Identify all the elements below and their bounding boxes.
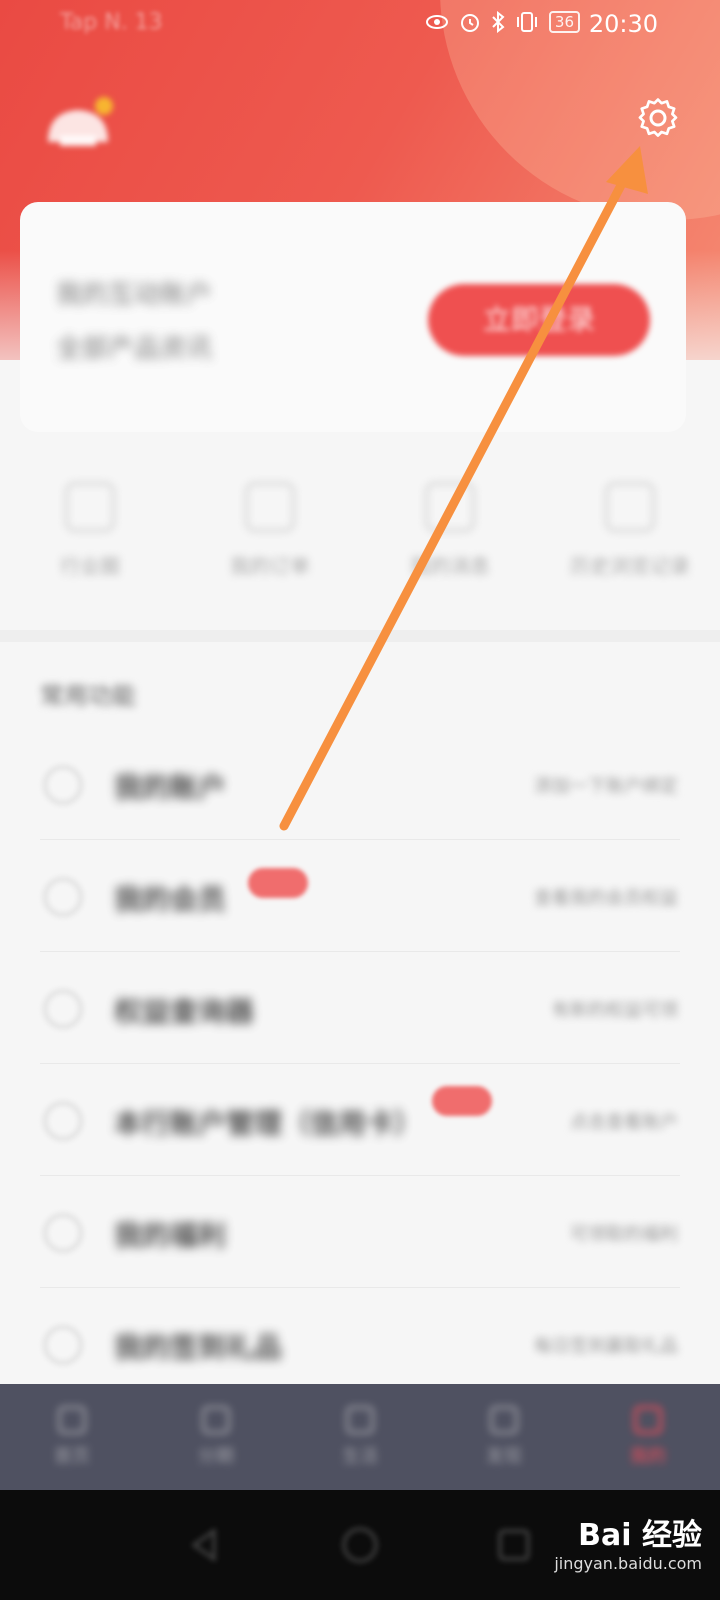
- list-item-query[interactable]: 权益查询器 有新的权益可领: [40, 952, 680, 1064]
- home-icon: [58, 1406, 86, 1434]
- gift-icon: [44, 1214, 82, 1252]
- account-icon: [44, 766, 82, 804]
- alarm-icon: [460, 14, 479, 32]
- nav-label: 分期: [198, 1446, 234, 1467]
- quick-action-label: 行业圈: [60, 554, 120, 578]
- list-item-desc: 点击查看账户: [570, 1112, 678, 1133]
- bag-icon: [245, 482, 295, 532]
- section-divider: [0, 630, 720, 642]
- function-list: 我的账户 添加一下账户绑定 我的会员 查看我的会员权益 权益查询器 有新的权益可…: [0, 728, 720, 1400]
- battery-icon: 36: [548, 11, 580, 33]
- nav-label: 生活: [342, 1446, 378, 1467]
- baidu-jingyan-watermark: Bai 经验 jingyan.baidu.com: [554, 1510, 702, 1573]
- carrier-label: Tap N. 13: [60, 10, 163, 35]
- nav-item-life[interactable]: 生活: [305, 1406, 415, 1468]
- status-icons: 36: [425, 11, 580, 33]
- list-item-title: 本行账户管理（信用卡）: [114, 1107, 423, 1140]
- card-icon: [44, 1102, 82, 1140]
- life-icon: [346, 1406, 374, 1434]
- nav-label: 发现: [486, 1446, 522, 1467]
- list-item-vip[interactable]: 我的会员 查看我的会员权益: [40, 840, 680, 952]
- section-title: 常用功能: [40, 682, 136, 710]
- quick-action-label: 历史浏览记录: [570, 554, 690, 578]
- nav-label: 我的: [630, 1446, 666, 1467]
- quick-action-history[interactable]: 历史浏览记录: [545, 470, 715, 620]
- watermark-url: jingyan.baidu.com: [554, 1554, 702, 1573]
- status-bar: Tap N. 13 36 20:30: [0, 0, 720, 50]
- vibrate-icon: [516, 12, 537, 32]
- list-item-account[interactable]: 我的账户 添加一下账户绑定: [40, 728, 680, 840]
- query-icon: [44, 990, 82, 1028]
- list-item-title: 我的签到礼品: [114, 1331, 283, 1364]
- installment-icon: [202, 1406, 230, 1434]
- discover-icon: [490, 1406, 518, 1434]
- user-icon: [634, 1406, 662, 1434]
- quick-actions: 行业圈 我的订单 我的消息 历史浏览记录: [0, 470, 720, 620]
- quick-action-label: 我的订单: [230, 554, 310, 578]
- list-item-title: 我的会员: [114, 883, 227, 916]
- cloud-icon: [65, 482, 115, 532]
- watermark-logo: Bai 经验: [578, 1518, 702, 1553]
- vip-icon: [44, 878, 82, 916]
- new-badge: [248, 868, 308, 898]
- login-card: 我的互动账户 全部产品资讯 立即登录: [20, 202, 686, 432]
- list-item-title: 我的账户: [114, 771, 227, 804]
- back-icon[interactable]: [184, 1523, 228, 1567]
- bottom-nav: 首页 分期 生活 发现 我的: [0, 1384, 720, 1490]
- nav-item-installment[interactable]: 分期: [161, 1406, 271, 1468]
- clock: 20:30: [588, 10, 658, 38]
- list-item-desc: 添加一下账户绑定: [534, 776, 678, 797]
- list-item-title: 我的福利: [114, 1219, 227, 1252]
- user-avatar-icon[interactable]: [38, 92, 118, 162]
- list-item-gift[interactable]: 我的福利 可领取的福利: [40, 1176, 680, 1288]
- quick-action-industry[interactable]: 行业圈: [5, 470, 175, 620]
- login-prompt-text: 我的互动账户: [56, 280, 213, 310]
- message-icon: [425, 482, 475, 532]
- nav-item-home[interactable]: 首页: [17, 1406, 127, 1468]
- gear-icon[interactable]: [636, 96, 680, 140]
- quick-action-messages[interactable]: 我的消息: [365, 470, 535, 620]
- nav-item-discover[interactable]: 发现: [449, 1406, 559, 1468]
- new-badge: [432, 1086, 492, 1116]
- home-icon[interactable]: [338, 1523, 382, 1567]
- history-icon: [605, 482, 655, 532]
- bluetooth-icon: [492, 11, 505, 33]
- list-item-desc: 可领取的福利: [570, 1224, 678, 1245]
- quick-action-label: 我的消息: [410, 554, 490, 578]
- checkin-icon: [44, 1326, 82, 1364]
- list-item-desc: 每日签到赢取礼品: [534, 1336, 678, 1357]
- nav-item-me[interactable]: 我的: [593, 1406, 703, 1468]
- login-button[interactable]: 立即登录: [428, 284, 650, 356]
- eye-icon: [425, 15, 448, 29]
- list-item-title: 权益查询器: [114, 995, 255, 1028]
- list-item-desc: 查看我的会员权益: [534, 888, 678, 909]
- quick-action-orders[interactable]: 我的订单: [185, 470, 355, 620]
- list-item-desc: 有新的权益可领: [552, 1000, 678, 1021]
- nav-label: 首页: [54, 1446, 90, 1467]
- list-item-card[interactable]: 本行账户管理（信用卡） 点击查看账户: [40, 1064, 680, 1176]
- recents-icon[interactable]: [492, 1523, 536, 1567]
- login-subtext: 全部产品资讯: [56, 334, 213, 364]
